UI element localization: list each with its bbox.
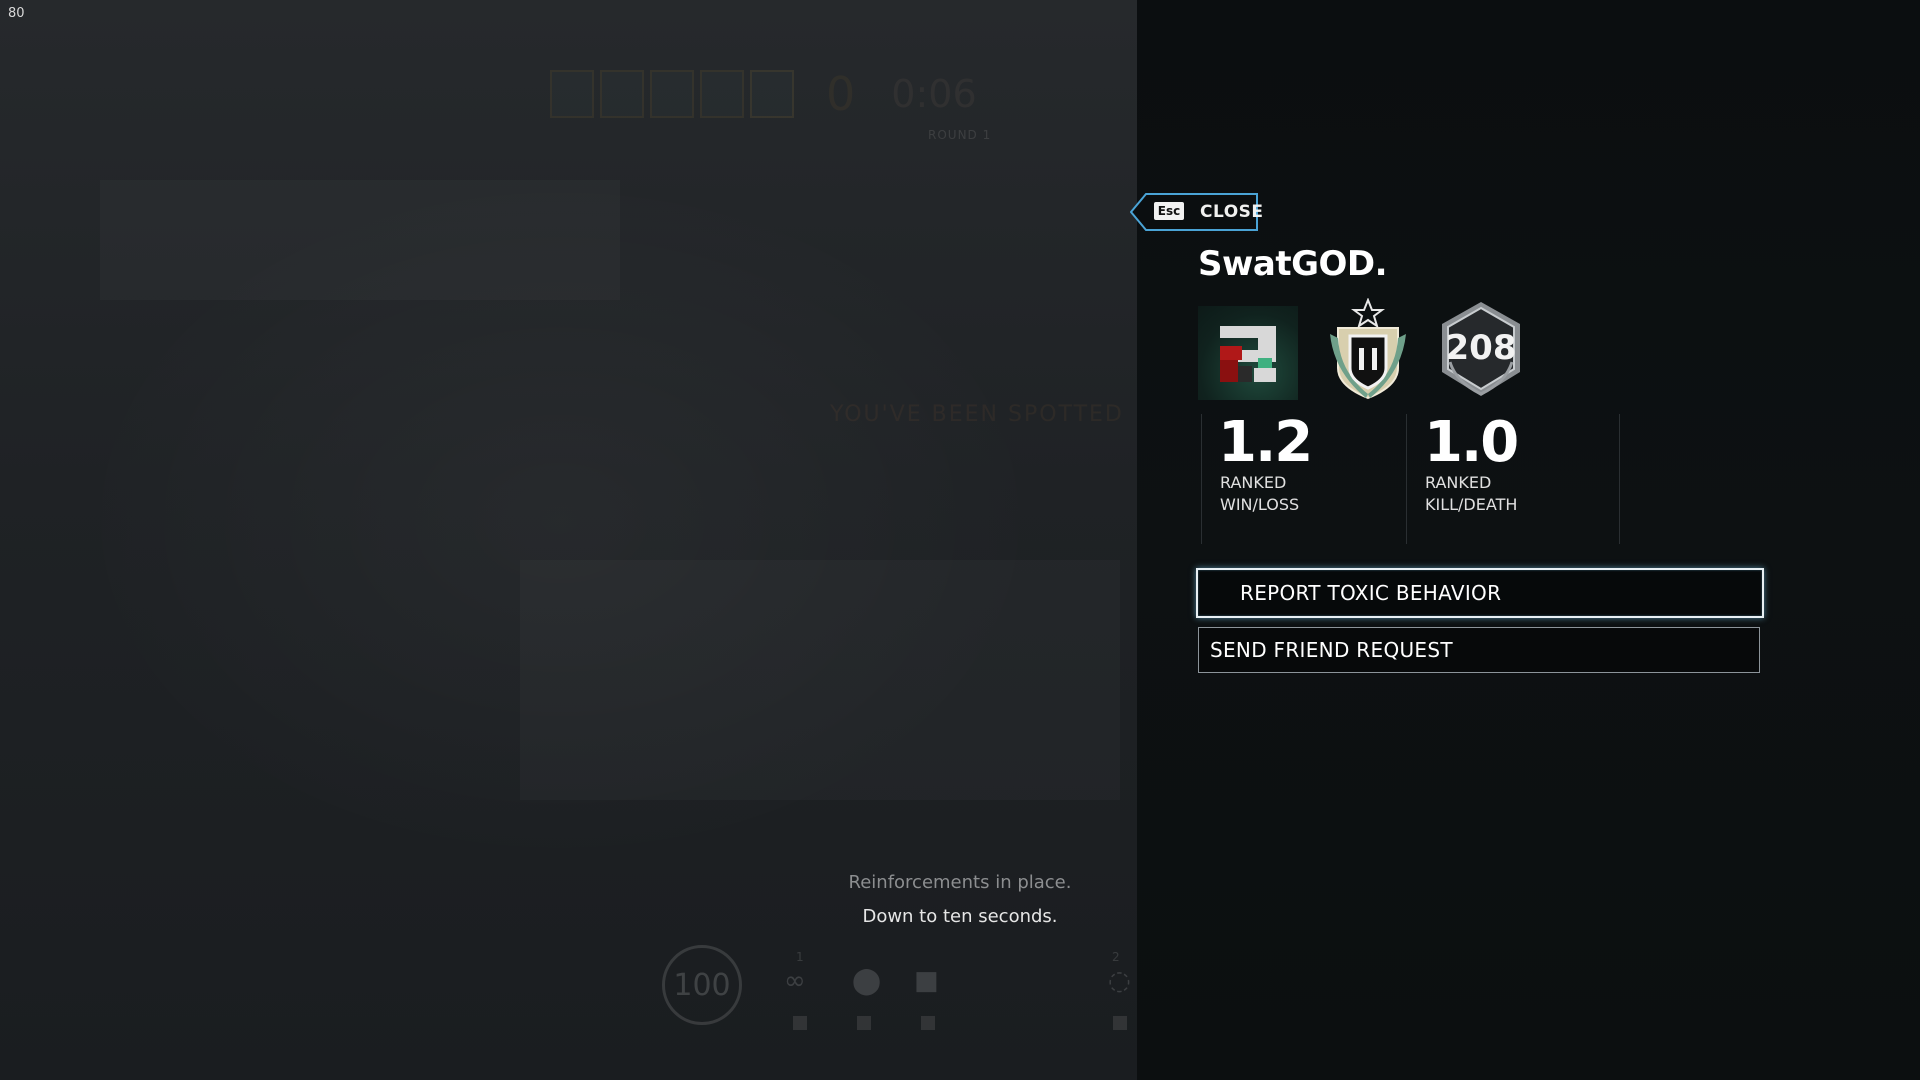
- close-label: CLOSE: [1200, 202, 1264, 222]
- stat-divider: [1619, 414, 1620, 544]
- ranked-win-loss-value: 1.2: [1218, 410, 1313, 475]
- ranked-kill-death-value: 1.0: [1424, 410, 1519, 475]
- round-label: ROUND 1: [928, 128, 992, 142]
- gadget-icon: ◌: [1108, 966, 1131, 996]
- team-score: 0: [826, 67, 856, 121]
- gadget-slot-number: 2: [1112, 950, 1120, 964]
- camera-icon: ■: [914, 966, 939, 996]
- background-shape: [100, 180, 620, 300]
- stat-label-line: RANKED: [1425, 473, 1492, 492]
- keybind-icon: [857, 1016, 871, 1030]
- player-badge: [1198, 306, 1298, 400]
- report-button-label: REPORT TOXIC BEHAVIOR: [1240, 581, 1502, 605]
- operator-slot: [650, 70, 694, 118]
- gadget-slot-number: 1: [796, 950, 804, 964]
- keybind-icon: [793, 1016, 807, 1030]
- send-friend-request-button[interactable]: SEND FRIEND REQUEST: [1198, 627, 1760, 673]
- keybind-icon: [1113, 1016, 1127, 1030]
- badge-emblem-icon: [1220, 326, 1276, 382]
- stat-divider: [1201, 414, 1202, 544]
- esc-key-icon: Esc: [1154, 202, 1184, 220]
- keybind-icon: [921, 1016, 935, 1030]
- stat-label-line: WIN/LOSS: [1220, 495, 1300, 514]
- stat-label-line: RANKED: [1220, 473, 1287, 492]
- spotted-banner: YOU'VE BEEN SPOTTED: [830, 402, 1124, 427]
- ranked-win-loss-label: RANKED WIN/LOSS: [1220, 472, 1299, 516]
- operator-slot: [600, 70, 644, 118]
- round-timer: 0:06: [891, 72, 977, 116]
- stat-label-line: KILL/DEATH: [1425, 495, 1518, 514]
- friend-button-label: SEND FRIEND REQUEST: [1210, 638, 1453, 662]
- operator-slot: [750, 70, 794, 118]
- close-button[interactable]: Esc CLOSE: [1130, 193, 1263, 231]
- report-toxic-behavior-button[interactable]: REPORT TOXIC BEHAVIOR: [1196, 568, 1764, 618]
- operator-slot: [700, 70, 744, 118]
- status-message-1: Reinforcements in place.: [848, 872, 1072, 893]
- operator-slot: [550, 70, 594, 118]
- rank-badge-icon: [1330, 298, 1406, 400]
- fps-counter: 80: [8, 6, 25, 21]
- status-message-2: Down to ten seconds.: [862, 906, 1058, 927]
- ranked-kill-death-label: RANKED KILL/DEATH: [1425, 472, 1517, 516]
- player-profile-panel: [1137, 0, 1920, 1080]
- background-shape: [520, 560, 1120, 800]
- player-level: 208: [1445, 328, 1517, 368]
- health-indicator: 100: [662, 945, 742, 1025]
- stat-divider: [1406, 414, 1407, 544]
- location-pin-icon: ⬤: [852, 966, 882, 996]
- player-name: SwatGOD.: [1198, 244, 1388, 284]
- operator-bar: 0 0:06: [550, 67, 977, 121]
- game-background: 0 0:06 ROUND 1 YOU'VE BEEN SPOTTED Reinf…: [0, 0, 1137, 1080]
- gadget-icon: ∞: [784, 966, 806, 996]
